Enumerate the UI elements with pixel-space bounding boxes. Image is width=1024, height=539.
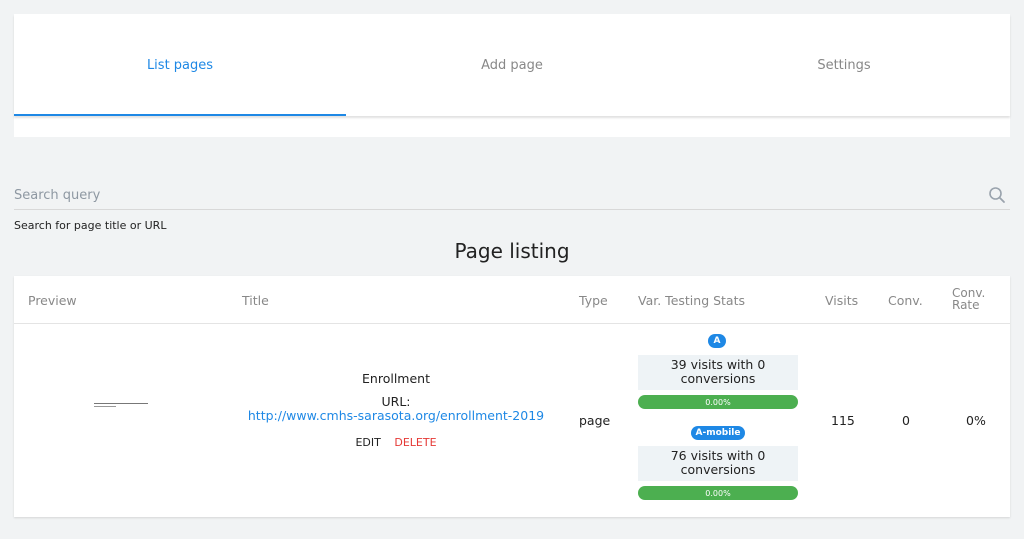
edit-button[interactable]: EDIT xyxy=(355,436,380,449)
page-name: Enrollment xyxy=(362,371,430,386)
variant-stats-a-mobile: 76 visits with 0 conversions xyxy=(638,446,798,481)
column-header-var-stats[interactable]: Var. Testing Stats xyxy=(638,293,745,308)
conversion-rate: 0% xyxy=(966,413,986,428)
row-actions: EDIT DELETE xyxy=(242,436,550,449)
url-label: URL: xyxy=(381,394,411,409)
variant-stats-a: 39 visits with 0 conversions xyxy=(638,355,798,390)
variant-a-mobile-stats-line1: 76 visits with 0 xyxy=(670,448,766,463)
variant-a-mobile-conversion-bar: 0.00% xyxy=(638,486,798,500)
tabs-card: List pages Add page Settings xyxy=(14,14,1010,137)
visits-count: 115 xyxy=(831,413,855,428)
page-title-cell: Enrollment URL: http://www.cmhs-sarasota… xyxy=(242,371,550,449)
variant-a-stats-line1: 39 visits with 0 xyxy=(670,357,766,372)
tab-bar: List pages Add page Settings xyxy=(14,14,1010,116)
delete-button[interactable]: DELETE xyxy=(394,436,436,449)
page-preview-thumbnail[interactable] xyxy=(94,403,148,407)
table-header: Preview Title Type Var. Testing Stats Vi… xyxy=(14,276,1010,324)
search-bar xyxy=(14,182,1010,210)
column-header-title[interactable]: Title xyxy=(242,293,269,308)
page-type: page xyxy=(579,413,611,428)
page-url-link[interactable]: http://www.cmhs-sarasota.org/enrollment-… xyxy=(242,409,550,422)
page-table: Preview Title Type Var. Testing Stats Vi… xyxy=(14,276,1010,517)
variant-a-stats-line2: conversions xyxy=(680,371,756,386)
column-header-conv-rate[interactable]: Conv. Rate xyxy=(952,287,985,311)
tab-settings[interactable]: Settings xyxy=(678,14,1010,116)
column-header-preview[interactable]: Preview xyxy=(28,293,77,308)
search-input[interactable] xyxy=(14,182,974,208)
column-header-conv-rate-line2: Rate xyxy=(952,298,980,312)
page-title: Page listing xyxy=(454,239,570,263)
variant-badge-a-mobile: A-mobile xyxy=(691,426,745,440)
variant-a-mobile-stats-line2: conversions xyxy=(680,462,756,477)
tab-list-pages[interactable]: List pages xyxy=(14,14,346,116)
column-header-type[interactable]: Type xyxy=(579,293,608,308)
column-header-visits[interactable]: Visits xyxy=(825,293,858,308)
variant-badge-a: A xyxy=(708,334,726,348)
column-header-conv[interactable]: Conv. xyxy=(888,293,923,308)
search-hint: Search for page title or URL xyxy=(14,219,167,232)
variant-a-conversion-bar: 0.00% xyxy=(638,395,798,409)
conversions-count: 0 xyxy=(902,413,910,428)
tab-add-page[interactable]: Add page xyxy=(346,14,678,116)
search-icon[interactable] xyxy=(988,186,1006,204)
